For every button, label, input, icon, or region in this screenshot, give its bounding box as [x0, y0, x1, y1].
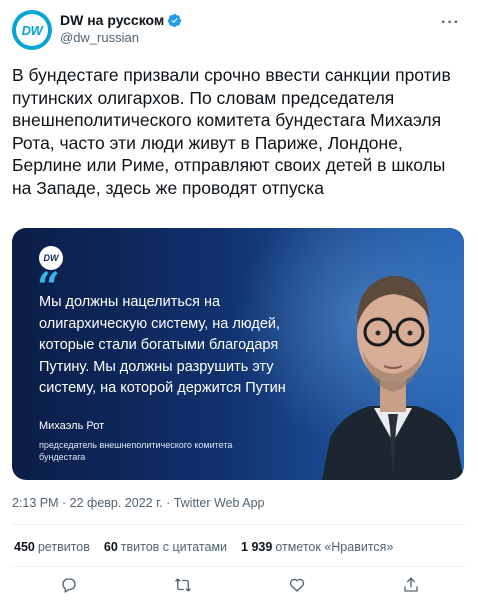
divider [12, 566, 466, 567]
quotes-count: 60 [103, 540, 118, 554]
reply-icon[interactable] [60, 576, 78, 594]
speaker-portrait [322, 275, 464, 480]
quotes-label: твитов с цитатами [120, 540, 228, 554]
media-quote: Мы должны нацелиться на олигархическую с… [39, 294, 286, 396]
tweet-timestamp[interactable]: 2:13 PM · 22 февр. 2022 г. · Twitter Web… [12, 496, 265, 510]
likes-stat[interactable]: 1 939 отметок «Нравится» [241, 540, 393, 554]
heart-icon[interactable] [288, 576, 306, 594]
speaker-name: Михаэль Рот [39, 420, 105, 432]
action-bar [12, 568, 466, 602]
engagement-stats: 450 ретвитов 60 твитов с цитатами 1 939 отм… [14, 540, 393, 554]
retweet-icon[interactable] [174, 576, 192, 594]
quotes-stat[interactable]: 60 твитов с цитатами [104, 540, 227, 554]
tweet-text: В бундестаге призвали срочно ввести санк… [12, 65, 451, 198]
divider [12, 524, 466, 525]
likes-label: отметок «Нравится» [275, 540, 394, 554]
display-name[interactable]: DW на русском [60, 12, 164, 28]
name-row: DW на русском [60, 12, 182, 28]
avatar[interactable]: DW [12, 10, 52, 50]
tweet-header: DW DW на русском @dw_russian ··· [12, 10, 466, 50]
speaker-role: председатель внешнеполитического комитет… [39, 440, 233, 462]
likes-count: 1 939 [241, 540, 273, 554]
avatar-logo: DW [16, 14, 48, 46]
verified-badge-icon [168, 13, 182, 27]
tweet-media[interactable]: DW “ Мы должны нацелиться на олигархичес… [12, 228, 464, 480]
share-icon[interactable] [402, 576, 420, 594]
more-options-icon[interactable]: ··· [441, 14, 460, 32]
handle[interactable]: @dw_russian [60, 30, 139, 45]
retweets-count: 450 [14, 540, 35, 554]
retweets-stat[interactable]: 450 ретвитов [14, 540, 90, 554]
retweets-label: ретвитов [37, 540, 90, 554]
